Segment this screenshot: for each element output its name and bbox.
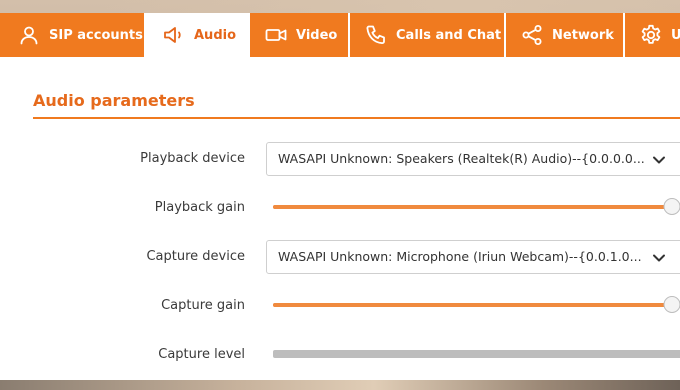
tab-calls-and-chat[interactable]: Calls and Chat bbox=[350, 13, 506, 57]
settings-tab-bar: SIP accounts Audio Video Calls and Chat … bbox=[0, 13, 680, 57]
video-camera-icon bbox=[264, 23, 288, 47]
share-network-icon bbox=[520, 23, 544, 47]
tab-label: Video bbox=[296, 27, 338, 43]
tab-label: Audio bbox=[194, 27, 237, 43]
capture-level-label: Capture level bbox=[158, 347, 245, 362]
tab-video[interactable]: Video bbox=[250, 13, 350, 57]
capture-device-value: WASAPI Unknown: Microphone (Iriun Webcam… bbox=[278, 249, 642, 264]
playback-device-select[interactable]: WASAPI Unknown: Speakers (Realtek(R) Aud… bbox=[266, 142, 680, 176]
slider-thumb[interactable] bbox=[663, 296, 680, 313]
gear-icon bbox=[639, 23, 663, 47]
slider-thumb[interactable] bbox=[663, 198, 680, 215]
tab-label: U bbox=[671, 27, 680, 43]
playback-gain-label: Playback gain bbox=[154, 200, 245, 215]
background-photo-bottom bbox=[0, 380, 680, 390]
tab-network[interactable]: Network bbox=[506, 13, 625, 57]
section-title: Audio parameters bbox=[33, 91, 195, 110]
capture-device-label: Capture device bbox=[146, 249, 245, 264]
chevron-down-icon bbox=[651, 152, 667, 168]
tab-label: Network bbox=[552, 27, 614, 43]
chevron-down-icon bbox=[651, 250, 667, 266]
tab-label: SIP accounts bbox=[49, 27, 143, 43]
tab-audio[interactable]: Audio bbox=[146, 13, 250, 57]
playback-device-label: Playback device bbox=[140, 151, 245, 166]
phone-icon bbox=[364, 23, 388, 47]
playback-gain-slider[interactable] bbox=[273, 198, 680, 216]
capture-device-select[interactable]: WASAPI Unknown: Microphone (Iriun Webcam… bbox=[266, 240, 680, 274]
capture-gain-label: Capture gain bbox=[161, 298, 245, 313]
playback-device-value: WASAPI Unknown: Speakers (Realtek(R) Aud… bbox=[278, 151, 645, 166]
section-divider bbox=[33, 117, 680, 119]
slider-fill bbox=[273, 303, 672, 307]
capture-gain-slider[interactable] bbox=[273, 296, 680, 314]
slider-fill bbox=[273, 205, 672, 209]
capture-level-meter bbox=[273, 350, 680, 358]
user-icon bbox=[17, 23, 41, 47]
settings-window: SIP accounts Audio Video Calls and Chat … bbox=[0, 13, 680, 380]
speaker-icon bbox=[162, 23, 186, 47]
tab-label: Calls and Chat bbox=[396, 27, 502, 43]
tab-sip-accounts[interactable]: SIP accounts bbox=[0, 13, 146, 57]
tab-settings[interactable]: U bbox=[625, 13, 680, 57]
